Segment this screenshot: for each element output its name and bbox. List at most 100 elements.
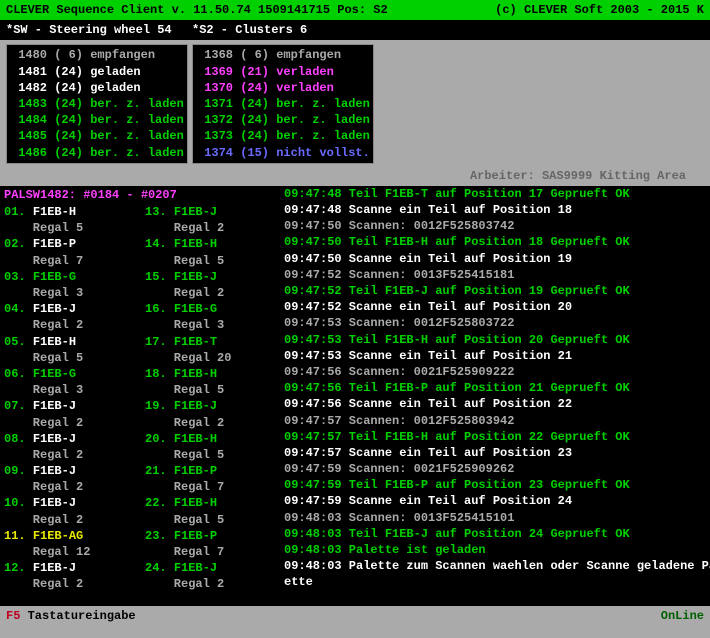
log-line: 09:48:03 Palette ist geladen <box>284 542 706 558</box>
part-row: 11. F1EB-AG <box>4 528 135 544</box>
part-name: F1EB-P <box>174 529 217 543</box>
part-regal: Regal 2 <box>145 220 276 236</box>
title-bar: CLEVER Sequence Client v. 11.50.74 15091… <box>0 0 710 20</box>
part-regal: Regal 5 <box>4 220 135 236</box>
log-line: 09:47:48 Teil F1EB-T auf Position 17 Gep… <box>284 186 706 202</box>
log-line: 09:47:59 Scanne ein Teil auf Position 24 <box>284 493 706 509</box>
footer-hint[interactable]: F5 Tastatureingabe <box>6 608 136 624</box>
log-panel: 09:47:48 Teil F1EB-T auf Position 17 Gep… <box>280 186 710 606</box>
part-name: F1EB-H <box>174 237 217 251</box>
part-row: 17. F1EB-T <box>145 334 276 350</box>
log-line: 09:47:50 Scanne ein Teil auf Position 19 <box>284 251 706 267</box>
parts-col-right: 13. F1EB-J Regal 214. F1EB-H Regal 515. … <box>145 204 276 593</box>
part-row: 24. F1EB-J <box>145 560 276 576</box>
seq-box-s2: 1368 ( 6) empfangen 1369 (21) verladen 1… <box>192 44 374 163</box>
part-index: 11. <box>4 529 33 543</box>
part-index: 08. <box>4 432 33 446</box>
log-line: 09:48:03 Teil F1EB-J auf Position 24 Gep… <box>284 526 706 542</box>
log-line: 09:47:56 Teil F1EB-P auf Position 21 Gep… <box>284 380 706 396</box>
part-row: 15. F1EB-J <box>145 269 276 285</box>
part-index: 12. <box>4 561 33 575</box>
part-name: F1EB-H <box>174 432 217 446</box>
part-row: 10. F1EB-J <box>4 495 135 511</box>
part-index: 14. <box>145 237 174 251</box>
part-index: 24. <box>145 561 174 575</box>
log-line: 09:47:48 Scanne ein Teil auf Position 18 <box>284 202 706 218</box>
part-index: 03. <box>4 270 33 284</box>
log-line: 09:47:52 Scannen: 0013F525415181 <box>284 267 706 283</box>
parts-col-left: 01. F1EB-H Regal 502. F1EB-P Regal 703. … <box>4 204 135 593</box>
seq-header-s2: *S2 - Clusters 6 <box>192 22 307 38</box>
part-index: 02. <box>4 237 33 251</box>
seq-sw-row: 1484 (24) ber. z. laden <box>11 112 183 128</box>
part-row: 04. F1EB-J <box>4 301 135 317</box>
part-name: F1EB-H <box>174 367 217 381</box>
part-name: F1EB-H <box>33 335 76 349</box>
seq-s2-row: 1374 (15) nicht vollst. <box>197 145 369 161</box>
part-name: F1EB-J <box>174 270 217 284</box>
seq-sw-row: 1483 (24) ber. z. laden <box>11 96 183 112</box>
sequence-panels: 1480 ( 6) empfangen 1481 (24) geladen 14… <box>0 40 710 165</box>
part-index: 23. <box>145 529 174 543</box>
part-regal: Regal 5 <box>4 350 135 366</box>
log-line: 09:47:57 Scanne ein Teil auf Position 23 <box>284 445 706 461</box>
part-row: 22. F1EB-H <box>145 495 276 511</box>
part-row: 23. F1EB-P <box>145 528 276 544</box>
part-row: 12. F1EB-J <box>4 560 135 576</box>
part-index: 09. <box>4 464 33 478</box>
seq-s2-row: 1370 (24) verladen <box>197 80 369 96</box>
part-regal: Regal 2 <box>4 415 135 431</box>
log-line: 09:48:03 Scannen: 0013F525415101 <box>284 510 706 526</box>
part-name: F1EB-H <box>33 205 76 219</box>
part-regal: Regal 2 <box>145 576 276 592</box>
log-line: 09:47:52 Teil F1EB-J auf Position 19 Gep… <box>284 283 706 299</box>
online-status: OnLine <box>661 608 704 624</box>
part-row: 06. F1EB-G <box>4 366 135 382</box>
part-index: 15. <box>145 270 174 284</box>
part-row: 19. F1EB-J <box>145 398 276 414</box>
part-name: F1EB-H <box>174 496 217 510</box>
part-index: 07. <box>4 399 33 413</box>
part-regal: Regal 5 <box>145 382 276 398</box>
part-regal: Regal 20 <box>145 350 276 366</box>
part-name: F1EB-J <box>174 561 217 575</box>
part-name: F1EB-J <box>33 464 76 478</box>
part-name: F1EB-J <box>174 399 217 413</box>
seq-sw-row: 1482 (24) geladen <box>11 80 183 96</box>
log-line: 09:47:53 Scanne ein Teil auf Position 21 <box>284 348 706 364</box>
worker-label: Arbeiter: SAS9999 Kitting Area <box>0 166 710 186</box>
part-regal: Regal 2 <box>145 415 276 431</box>
part-row: 18. F1EB-H <box>145 366 276 382</box>
parts-panel: PALSW1482: #0184 - #0207 01. F1EB-H Rega… <box>0 186 280 606</box>
title-left: CLEVER Sequence Client v. 11.50.74 15091… <box>6 2 388 18</box>
log-line: 09:47:57 Teil F1EB-H auf Position 22 Gep… <box>284 429 706 445</box>
part-name: F1EB-J <box>174 205 217 219</box>
seq-s2-row: 1368 ( 6) empfangen <box>197 47 369 63</box>
part-row: 09. F1EB-J <box>4 463 135 479</box>
part-name: F1EB-P <box>33 237 76 251</box>
part-regal: Regal 5 <box>145 512 276 528</box>
footer-bar: F5 Tastatureingabe OnLine <box>0 606 710 626</box>
log-line: 09:47:57 Scannen: 0012F525803942 <box>284 413 706 429</box>
part-regal: Regal 2 <box>4 317 135 333</box>
part-row: 01. F1EB-H <box>4 204 135 220</box>
main-area: PALSW1482: #0184 - #0207 01. F1EB-H Rega… <box>0 186 710 606</box>
part-name: F1EB-J <box>33 561 76 575</box>
part-index: 01. <box>4 205 33 219</box>
seq-s2-row: 1369 (21) verladen <box>197 64 369 80</box>
part-regal: Regal 2 <box>4 479 135 495</box>
log-line: 09:47:50 Scannen: 0012F525803742 <box>284 218 706 234</box>
part-index: 21. <box>145 464 174 478</box>
title-right: (c) CLEVER Soft 2003 - 2015 K <box>495 2 704 18</box>
part-regal: Regal 7 <box>145 479 276 495</box>
part-name: F1EB-AG <box>33 529 83 543</box>
log-line: 09:47:53 Teil F1EB-H auf Position 20 Gep… <box>284 332 706 348</box>
part-name: F1EB-J <box>33 432 76 446</box>
part-index: 05. <box>4 335 33 349</box>
seq-s2-row: 1371 (24) ber. z. laden <box>197 96 369 112</box>
part-name: F1EB-G <box>33 367 76 381</box>
seq-sw-row: 1486 (24) ber. z. laden <box>11 145 183 161</box>
sequence-headers: *SW - Steering wheel 54 *S2 - Clusters 6 <box>0 20 710 40</box>
part-regal: Regal 3 <box>145 317 276 333</box>
part-name: F1EB-J <box>33 496 76 510</box>
